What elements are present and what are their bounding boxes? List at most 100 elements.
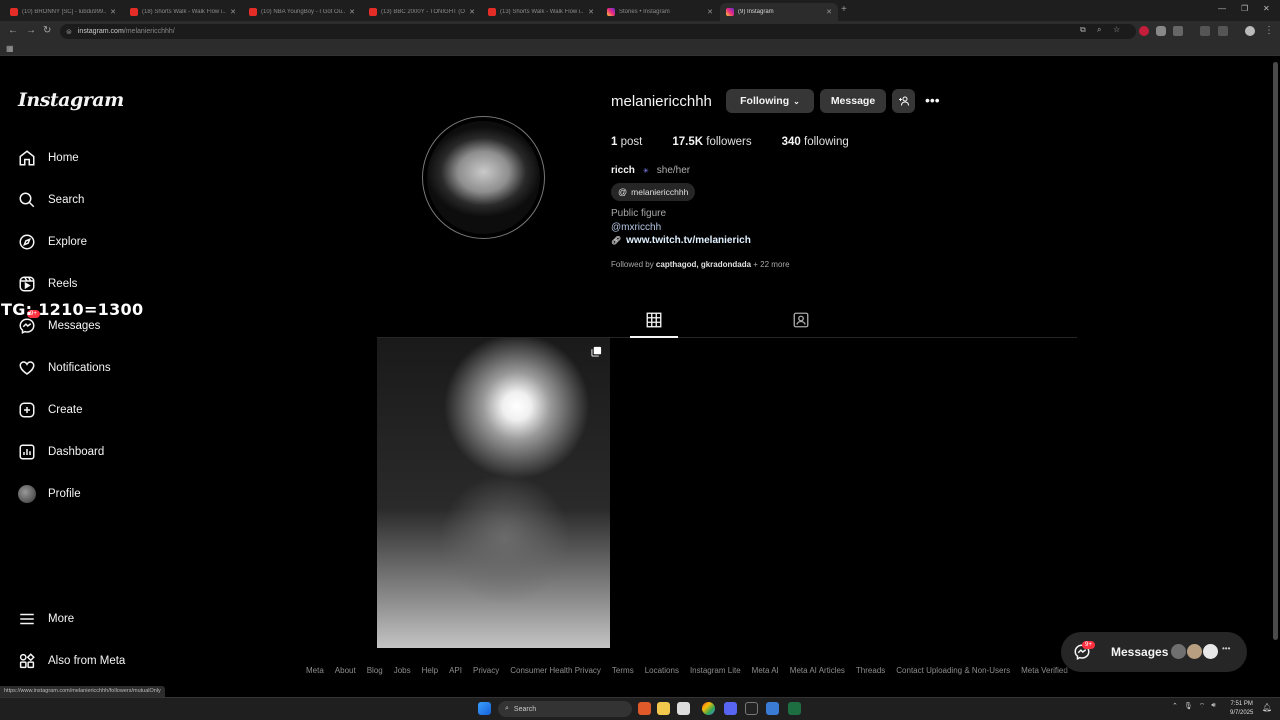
extension-icon[interactable] (1173, 26, 1183, 36)
sidebar-item-label: Home (48, 152, 79, 164)
mic-icon[interactable]: 🎙︎ (1184, 702, 1193, 711)
footer-link[interactable]: Meta Verified (1021, 666, 1068, 675)
taskbar-search[interactable]: ⌕ Search (498, 701, 632, 717)
terminal-icon[interactable] (745, 702, 758, 715)
site-info-icon[interactable]: ⊜ (66, 28, 72, 36)
footer-link[interactable]: Privacy (473, 666, 499, 675)
footer-link[interactable]: Consumer Health Privacy (510, 666, 601, 675)
browser-tab[interactable]: (13) BBC 2000Y - TONIGHT (O... ✕ (363, 3, 481, 21)
minimize-icon[interactable]: — (1218, 4, 1226, 13)
footer-link[interactable]: Locations (645, 666, 679, 675)
close-icon[interactable]: ✕ (469, 8, 475, 16)
volume-icon[interactable]: 🔊︎ (1211, 702, 1215, 711)
footer-link[interactable]: API (449, 666, 462, 675)
footer-link[interactable]: Help (422, 666, 438, 675)
discord-icon[interactable] (724, 702, 737, 715)
extension-icon[interactable] (1156, 26, 1166, 36)
followers-stat[interactable]: 17.5K followers (672, 136, 751, 148)
excel-icon[interactable] (788, 702, 801, 715)
grid-icon[interactable] (645, 311, 663, 329)
close-icon[interactable]: ✕ (110, 8, 116, 16)
tagged-icon[interactable] (792, 311, 810, 329)
apps-grid-icon[interactable]: ▦ (6, 44, 14, 53)
store-icon[interactable] (677, 702, 690, 715)
sidebar-item-profile[interactable]: Profile (18, 481, 81, 507)
footer-link[interactable]: Jobs (394, 666, 411, 675)
sidebar-item-dashboard[interactable]: Dashboard (18, 439, 104, 465)
suggested-accounts-button[interactable] (892, 89, 915, 113)
url-input[interactable]: ⊜ instagram.com/melaniericchhh/ (60, 24, 1136, 39)
close-icon[interactable]: ✕ (588, 8, 594, 16)
forward-icon[interactable]: → (26, 25, 36, 36)
windows-start-icon[interactable] (478, 702, 491, 715)
new-tab-icon[interactable]: + (841, 4, 847, 15)
bookmark-star-icon[interactable]: ☆ (1113, 25, 1120, 34)
brave-icon[interactable] (638, 702, 651, 715)
maximize-icon[interactable]: ❐ (1241, 4, 1248, 13)
footer-link[interactable]: Meta AI Articles (790, 666, 845, 675)
followers-label: followers (706, 136, 752, 148)
browser-tab[interactable]: (18) Shorts Walk - Walk Flow i... ✕ (124, 3, 242, 21)
browser-tab[interactable]: Stories • Instagram ✕ (601, 3, 719, 21)
sidebar-item-label: Profile (48, 488, 81, 500)
install-icon[interactable]: ⧉ (1080, 25, 1086, 35)
chrome-icon[interactable] (702, 702, 715, 715)
following-button[interactable]: Following ⌄ (726, 89, 814, 113)
footer-link[interactable]: Meta AI (752, 666, 779, 675)
close-icon[interactable]: ✕ (349, 8, 355, 16)
sidebar-item-reels[interactable]: Reels (18, 271, 77, 297)
file-explorer-icon[interactable] (657, 702, 670, 715)
profile-picture[interactable] (422, 116, 545, 239)
sidebar-item-explore[interactable]: Explore (18, 229, 87, 255)
youtube-icon (249, 8, 257, 16)
close-icon[interactable]: ✕ (826, 8, 832, 16)
browser-tab[interactable]: (13) Shorts Walk - Walk Flow i... ✕ (482, 3, 600, 21)
footer-link[interactable]: Threads (856, 666, 885, 675)
zoom-icon[interactable]: ⌕ (1097, 25, 1101, 35)
browser-profile-avatar[interactable] (1245, 26, 1255, 36)
notification-badge: 9+ (1082, 641, 1095, 649)
more-options-icon[interactable]: ••• (925, 92, 940, 108)
back-icon[interactable]: ← (8, 25, 18, 36)
browser-tab[interactable]: (10) BRONNY [SC] - lubdu999... ✕ (4, 3, 122, 21)
sidebar-item-home[interactable]: Home (18, 145, 79, 171)
system-tray: ⌃ 🎙︎ ⌔ 🔊︎ (1172, 702, 1216, 711)
remote-desktop-icon[interactable] (766, 702, 779, 715)
close-icon[interactable]: ✕ (230, 8, 236, 16)
instagram-logo[interactable]: Instagram (18, 89, 124, 111)
threads-badge[interactable]: @ melaniericchhh (611, 183, 696, 201)
chevron-up-icon[interactable]: ⌃ (1172, 702, 1178, 711)
following-stat[interactable]: 340 following (782, 136, 849, 148)
sidebar-item-notifications[interactable]: Notifications (18, 355, 111, 381)
browser-menu-icon[interactable]: ⋮ (1264, 25, 1274, 36)
post-thumbnail[interactable] (377, 338, 610, 648)
message-button[interactable]: Message (820, 89, 886, 113)
followed-by[interactable]: Followed by capthagod, gkradondada + 22 … (611, 260, 790, 269)
reload-icon[interactable]: ↻ (43, 25, 51, 36)
pronouns: she/her (656, 165, 691, 176)
system-clock[interactable]: 7:51 PM 9/7/2025 (1230, 700, 1253, 718)
extension-icon[interactable] (1139, 26, 1149, 36)
network-icon[interactable]: ⌔ (1199, 702, 1206, 711)
sidebar-item-search[interactable]: Search (18, 187, 84, 213)
window-close-icon[interactable]: ✕ (1263, 4, 1270, 13)
footer-link[interactable]: Blog (367, 666, 383, 675)
close-icon[interactable]: ✕ (707, 8, 713, 16)
external-link[interactable]: 🔗︎ www.twitch.tv/melanierich (611, 235, 751, 246)
footer-link[interactable]: Terms (612, 666, 634, 675)
messages-pill[interactable]: Messages (1061, 632, 1247, 672)
browser-tab-active[interactable]: (9) Instagram ✕ (720, 3, 838, 21)
bio-mention-link[interactable]: @mxricchh (611, 222, 661, 233)
footer-link[interactable]: Meta (306, 666, 324, 675)
footer-link[interactable]: Contact Uploading & Non-Users (896, 666, 1010, 675)
sidebar-panel-icon[interactable] (1200, 26, 1210, 36)
sidebar-item-create[interactable]: Create (18, 397, 83, 423)
notification-bell-icon[interactable]: 🔔︎ (1262, 703, 1272, 712)
browser-tab[interactable]: (10) NBA YoungBoy - I Got Ou... ✕ (243, 3, 361, 21)
sidebar-item-also-from-meta[interactable]: Also from Meta (18, 648, 125, 674)
downloads-icon[interactable] (1218, 26, 1228, 36)
footer-link[interactable]: About (335, 666, 356, 675)
footer-link[interactable]: Instagram Lite (690, 666, 741, 675)
sidebar-item-more[interactable]: More (18, 606, 74, 632)
page-scrollbar[interactable] (1273, 62, 1278, 640)
